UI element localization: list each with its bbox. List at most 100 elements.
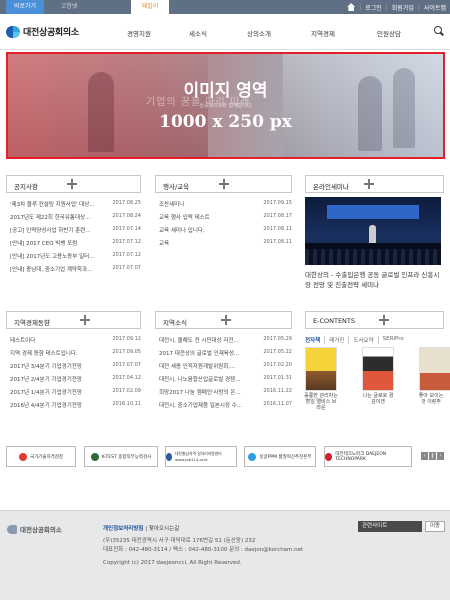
tab-shortcut[interactable]: 비로가기: [6, 0, 44, 14]
list-item[interactable]: 희망2017 나눔 캠페인'사랑의 온... 2016.11.22: [155, 385, 292, 398]
related-sites-select[interactable]: 관련사이트: [358, 521, 422, 532]
list-item[interactable]: '제3차 블루 컨설팅 지원사업' 대상... 2017.08.25: [6, 197, 141, 210]
econtents-panel: E-CONTENTS: [305, 311, 444, 329]
more-plus-icon[interactable]: [80, 315, 90, 325]
footer-address: (우)35235 대전광역시 서구 대덕대로 176번길 51 (둔산동) 23…: [103, 538, 304, 553]
econtents-tabs: 전자책 매거진 도서요약 SERIPro: [305, 336, 408, 344]
partner-banner[interactable]: 대전테크노파크 DAEJEON TECHNOPARK: [324, 446, 412, 467]
more-plus-icon[interactable]: [219, 179, 229, 189]
list-item[interactable]: 2017년 3/4분기 기업경기전망 2017.07.07: [6, 359, 141, 372]
banner-label: 이미지 영역: [183, 81, 268, 101]
seminar-caption[interactable]: 대한상의 - 수출입은행 공동 글로벌 인프라 신흥시장 전망 및 진출전략 세…: [305, 270, 443, 290]
regional-news-panel: 지역소식 대전시, 올해도 전 시민대상 자전... 2017.05.29 201…: [155, 311, 292, 411]
regional-economy-panel: 지역경제동향 테스트이다 2017.09.12 지역 경제 동향 테스트입니다. 2…: [6, 311, 141, 411]
footer-links: 개인정보처리방침 | 찾아오시는길: [103, 524, 179, 532]
footer-logo: 대전상공회의소: [7, 524, 62, 534]
nav-item-economy[interactable]: 지역경제: [288, 28, 358, 38]
notice-panel: 공지사항 '제3차 블루 컨설팅 지원사업' 대상... 2017.08.25 2…: [6, 175, 141, 275]
go-button[interactable]: 이동: [425, 521, 445, 532]
list-item[interactable]: 지역 경제 동향 테스트입니다. 2017.09.05: [6, 346, 141, 359]
list-item[interactable]: 2017년도 제22회 한국유통대상... 2017.08.24: [6, 210, 141, 223]
nav-item-consult[interactable]: 인원상담: [358, 28, 420, 38]
partner-banner[interactable]: K-TEST 종합직무능력검사: [84, 446, 158, 467]
list-item[interactable]: [안내] 2017년도 고용노동부 일터... 2017.07.12: [6, 249, 141, 262]
nav-item-about[interactable]: 상의소개: [230, 28, 288, 38]
list-item[interactable]: 2017 대전상의 글로벌 인재육성... 2017.05.22: [155, 346, 292, 359]
directions-link[interactable]: | 찾아오시는길: [145, 526, 179, 532]
list-item[interactable]: 대전시, 중소기업제품 일본시장 수... 2016.11.07: [155, 398, 292, 411]
main-nav: 경영지원 세소식 상의소개 지역경제 인원상담: [112, 28, 420, 38]
utility-links: | 로그인 | 회원가입 | 사이트맵: [347, 0, 446, 14]
list-item[interactable]: 2017년 2/4분기 기업경기전망 2017.04.12: [6, 372, 141, 385]
partner-logo-icon: [90, 452, 99, 461]
panel-title: 지역소식: [163, 319, 187, 327]
tab-seripro[interactable]: SERIPro: [379, 336, 408, 344]
tab-summary[interactable]: 도서요약: [349, 336, 379, 344]
footer: 대전상공회의소 개인정보처리방침 | 찾아오시는길 (우)35235 대전광역시…: [0, 510, 450, 600]
panel-title: 공지사항: [14, 183, 38, 191]
book-caption[interactable]: 훌륭한 관리자는 할일 엘비스 브라운: [304, 393, 338, 411]
main-banner[interactable]: 기업의 꿈을 마리 미래 이미지 영역 상공회의소와 함께합니다 1000 x …: [6, 52, 445, 159]
list-item[interactable]: [공고] 인력양성사업 하반기 훈련... 2017.07.14: [6, 223, 141, 236]
list-item[interactable]: 대전시, 올해도 전 시민대상 자전... 2017.05.29: [155, 333, 292, 346]
more-plus-icon[interactable]: [67, 179, 77, 189]
logo-mark-icon: [6, 25, 20, 38]
list-item[interactable]: 교육 2017.08.11: [155, 236, 292, 249]
list-item[interactable]: 교육 세미나 입니다. 2017.08.11: [155, 223, 292, 236]
list-item[interactable]: 2017년 1/4분기 기업경기전망 2017.02.09: [6, 385, 141, 398]
list-item[interactable]: 조찬세미나 2017.09.15: [155, 197, 292, 210]
list-item[interactable]: [안내] 충남대, 중소기업 계약학과... 2017.07.07: [6, 262, 141, 275]
more-plus-icon[interactable]: [221, 315, 231, 325]
partner-banner[interactable]: 국가기술자격검정: [6, 446, 76, 467]
tab-magazine[interactable]: 매거진: [325, 336, 350, 344]
panel-title: 온라인세미나: [313, 183, 349, 191]
partner-logo-icon: [166, 452, 173, 461]
partner-logo-icon: [18, 452, 27, 461]
signup-link[interactable]: 회원가입: [392, 3, 414, 12]
footer-logo-mark-icon: [7, 524, 17, 534]
partner-banner[interactable]: 싱글PPM 품질혁신추진본부: [244, 446, 316, 467]
partner-prev-icon[interactable]: ‹: [421, 452, 428, 460]
login-link[interactable]: 로그인: [365, 3, 382, 12]
book-cover[interactable]: [419, 347, 450, 391]
logo-text: 대전상공회의소: [23, 28, 79, 38]
banner-size-label: 1000 x 250 px: [159, 112, 292, 132]
partner-logo-icon: [325, 452, 333, 461]
partner-banner[interactable]: 대전충남지역 일자리지원센터 www.job114.or.kr: [165, 446, 237, 467]
home-icon[interactable]: [347, 3, 356, 11]
list-item[interactable]: 테스트이다 2017.09.12: [6, 333, 141, 346]
book-caption[interactable]: 좋아 보이는 것 이랑주: [416, 393, 446, 405]
search-icon[interactable]: [434, 26, 444, 36]
privacy-policy-link[interactable]: 개인정보처리방침: [103, 526, 143, 532]
online-seminar-panel: 온라인세미나: [305, 175, 444, 193]
partner-next-icon[interactable]: ›: [437, 452, 444, 460]
tab-pekali[interactable]: 페칼리: [131, 0, 169, 14]
list-item[interactable]: 대전 세종 인적자원개발위원회,... 2017.02.20: [155, 359, 292, 372]
footer-copyright: Copyright (c) 2017 daejeoncci, All Right…: [103, 560, 242, 566]
seminar-thumbnail[interactable]: [305, 197, 441, 265]
sitemap-link[interactable]: 사이트맵: [424, 3, 446, 12]
list-item[interactable]: 2016년 4/4분기 기업경기전망 2016.10.11: [6, 398, 141, 411]
top-utility-bar: 비로가기 고창넷 페칼리 | 로그인 | 회원가입 | 사이트맵: [0, 0, 450, 14]
tab-gochang[interactable]: 고창넷: [50, 0, 88, 14]
logo[interactable]: 대전상공회의소: [6, 25, 79, 38]
more-plus-icon[interactable]: [364, 179, 374, 189]
partner-logo-icon: [248, 452, 257, 461]
nav-item-management[interactable]: 경영지원: [112, 28, 166, 38]
panel-title: E-CONTENTS: [313, 317, 356, 325]
list-item[interactable]: 교육 행사 입력 테스트 2017.08.17: [155, 210, 292, 223]
book-cover[interactable]: [362, 347, 394, 391]
panel-title: 행사/교육: [163, 183, 190, 191]
list-item[interactable]: [안내] 2017 CEO 빅뱅 포럼 2017.07.12: [6, 236, 141, 249]
banner-subtext: 상공회의소와 함께합니다: [199, 103, 252, 109]
panel-title: 지역경제동향: [14, 319, 50, 327]
book-cover[interactable]: [305, 347, 337, 391]
book-caption[interactable]: 나는 글로로 경 김이겐: [361, 393, 395, 405]
tab-ebook[interactable]: 전자책: [305, 336, 326, 344]
list-item[interactable]: 대전시, 나노융합산업글로벌 경쟁... 2017.01.31: [155, 372, 292, 385]
header: 대전상공회의소 경영지원 세소식 상의소개 지역경제 인원상담: [0, 14, 450, 50]
more-plus-icon[interactable]: [379, 315, 389, 325]
nav-item-news[interactable]: 세소식: [166, 28, 230, 38]
partner-pause-icon[interactable]: ‖: [429, 452, 436, 460]
events-panel: 행사/교육 조찬세미나 2017.09.15 교육 행사 입력 테스트 2017.0…: [155, 175, 292, 249]
